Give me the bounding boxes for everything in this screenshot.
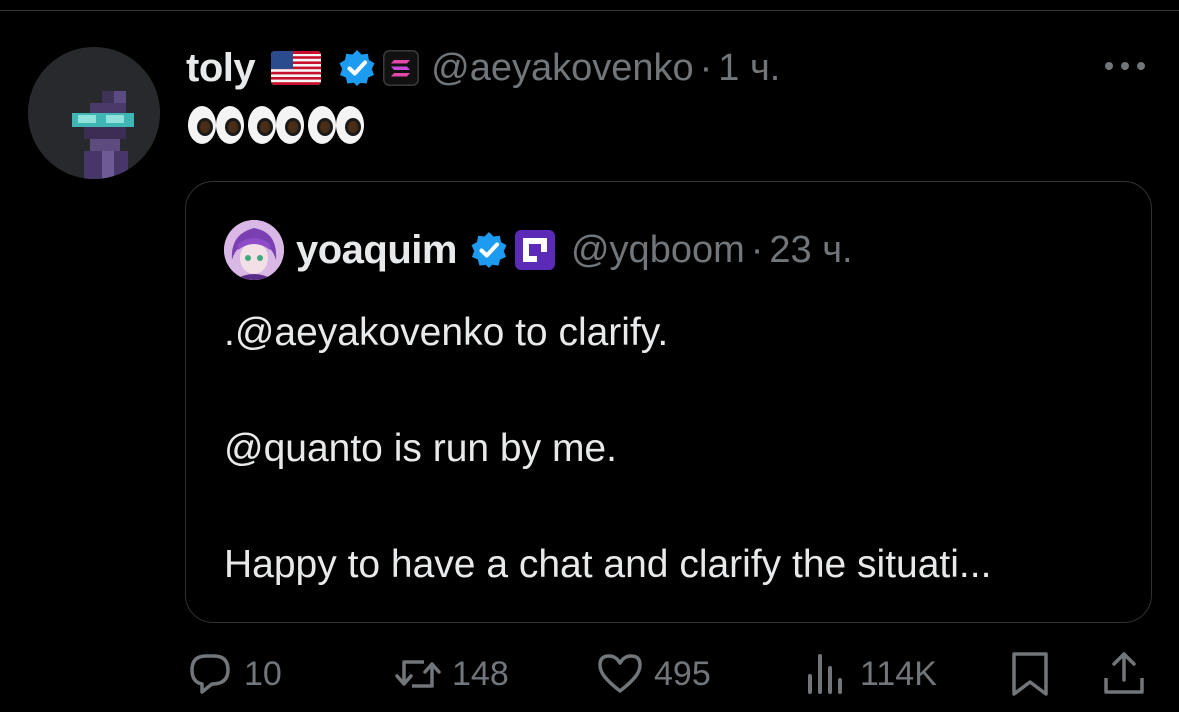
repost-button[interactable]: 148: [394, 646, 509, 702]
quoted-author-handle[interactable]: @yqboom: [571, 229, 745, 272]
quoted-tweet-text: .@aeyakovenko to clarify. @quanto is run…: [224, 304, 1124, 594]
eyes-emoji-icon: [308, 106, 364, 144]
author-avatar[interactable]: [28, 47, 160, 179]
more-options-icon[interactable]: [1102, 56, 1148, 76]
reply-button[interactable]: 10: [186, 646, 282, 702]
solana-affiliate-badge-icon[interactable]: [383, 50, 420, 86]
affiliate-badge-icon[interactable]: [514, 230, 555, 270]
eyes-emoji-icon: [248, 106, 304, 144]
repost-count: 148: [452, 654, 509, 693]
quoted-tweet-card[interactable]: yoaquim @yqboom · 23 ч. .@aeyakovenko to…: [185, 181, 1152, 623]
author-handle[interactable]: @aeyakovenko: [431, 47, 694, 90]
eyes-emoji-icon: [188, 106, 244, 144]
author-name[interactable]: toly: [186, 46, 256, 91]
quoted-text-line: Happy to have a chat and clarify the sit…: [224, 543, 992, 586]
quoted-text-line: .@aeyakovenko to clarify.: [224, 311, 669, 354]
like-count: 495: [654, 654, 711, 693]
verified-badge-icon[interactable]: [337, 48, 377, 88]
reply-icon: [190, 654, 230, 694]
separator-dot: ·: [699, 46, 713, 89]
verified-badge-icon[interactable]: [469, 230, 509, 270]
reply-count: 10: [244, 654, 282, 693]
quoted-author-name[interactable]: yoaquim: [296, 228, 457, 273]
share-button[interactable]: [1100, 646, 1148, 702]
views-chart-icon: [808, 654, 842, 694]
tweet-header: toly @aeyakovenko · 1 ч.: [186, 44, 780, 92]
repost-icon: [395, 660, 441, 688]
tweet-text: [188, 106, 364, 144]
views-button[interactable]: 114K: [802, 646, 937, 702]
tweet-action-bar: 10 148 495 114K: [0, 646, 1179, 702]
bookmark-icon: [1012, 652, 1048, 696]
separator-dot: ·: [750, 228, 764, 271]
share-icon: [1104, 652, 1144, 694]
heart-icon: [598, 654, 642, 693]
quoted-author-avatar[interactable]: [224, 220, 284, 280]
top-divider: [0, 10, 1179, 11]
bookmark-button[interactable]: [1006, 646, 1054, 702]
anime-avatar-image: [224, 220, 284, 280]
us-flag-icon: [271, 51, 322, 85]
quoted-tweet-timestamp[interactable]: 23 ч.: [769, 229, 852, 272]
pixel-avatar-image: [28, 47, 160, 179]
quoted-tweet-header: yoaquim @yqboom · 23 ч.: [296, 226, 853, 274]
quoted-text-line: @quanto is run by me.: [224, 427, 617, 470]
like-button[interactable]: 495: [596, 646, 711, 702]
tweet-timestamp[interactable]: 1 ч.: [718, 47, 780, 90]
view-count: 114K: [860, 654, 937, 693]
